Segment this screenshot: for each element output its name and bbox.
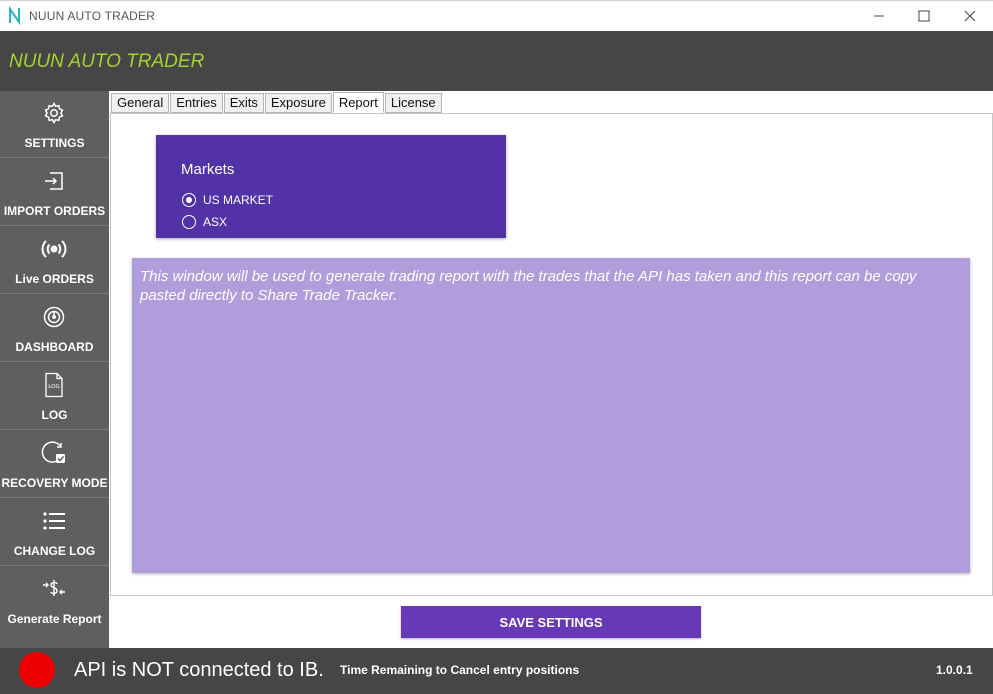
dollar-exchange-icon [41,576,67,602]
log-file-icon: LOG [41,372,67,398]
svg-text:LOG: LOG [48,384,59,390]
close-button[interactable] [947,1,993,31]
sidebar-item-settings[interactable]: SETTINGS [0,91,109,158]
sidebar: SETTINGS IMPORT ORDERS Live ORDERS DASHB… [0,91,109,648]
import-icon [41,168,67,194]
sidebar-item-import-orders[interactable]: IMPORT ORDERS [0,159,109,226]
tab-report[interactable]: Report [332,92,384,113]
tab-license[interactable]: License [384,93,442,113]
radio-selected-icon [182,193,196,207]
radio-label: ASX [203,215,228,229]
tab-exits[interactable]: Exits [223,93,264,113]
sidebar-item-label: Generate Report [7,612,102,626]
app-header: NUUN AUTO TRADER [0,31,993,91]
gear-icon [41,100,67,126]
minimize-button[interactable] [856,1,902,31]
app-title: NUUN AUTO TRADER [9,51,205,72]
sidebar-item-change-log[interactable]: CHANGE LOG [0,499,109,566]
sidebar-item-label: SETTINGS [24,136,85,150]
report-textarea[interactable]: This window will be used to generate tra… [132,258,970,573]
sidebar-item-label: LOG [41,408,68,422]
report-text: This window will be used to generate tra… [140,268,917,304]
broadcast-icon [41,236,67,262]
close-icon [964,10,976,22]
sidebar-item-label: IMPORT ORDERS [3,204,106,218]
save-settings-button[interactable]: SAVE SETTINGS [401,606,701,638]
maximize-button[interactable] [901,1,947,31]
status-bar: API is NOT connected to IB. Time Remaini… [0,648,993,694]
connection-status-text: API is NOT connected to IB. [74,659,324,681]
minimize-icon [874,15,884,17]
radio-asx[interactable]: ASX [182,214,227,230]
markets-title: Markets [181,161,235,178]
radio-unselected-icon [182,215,196,229]
sidebar-item-log[interactable]: LOG LOG [0,363,109,430]
window-title-bar: NUUN AUTO TRADER [0,0,993,31]
tab-entries[interactable]: Entries [170,93,223,113]
tab-exposure[interactable]: Exposure [264,93,332,113]
sidebar-item-live-orders[interactable]: Live ORDERS [0,227,109,294]
recovery-icon [41,440,67,466]
app-logo-icon [9,6,20,25]
sidebar-item-dashboard[interactable]: DASHBOARD [0,295,109,362]
radio-us-market[interactable]: US MARKET [182,192,273,208]
sidebar-item-label: RECOVERY MODE [1,476,108,490]
sidebar-item-generate-report[interactable]: Generate Report [0,567,109,634]
radio-label: US MARKET [203,193,274,207]
sidebar-item-label: Live ORDERS [15,272,94,286]
list-icon [41,508,67,534]
dashboard-icon [41,304,67,330]
sidebar-item-recovery-mode[interactable]: RECOVERY MODE [0,431,109,498]
window-title: NUUN AUTO TRADER [29,9,156,23]
connection-status-indicator [19,652,55,688]
tab-general[interactable]: General [111,93,170,113]
markets-card: Markets US MARKET ASX [156,135,506,238]
settings-tabs: General Entries Exits Exposure Report Li… [111,92,443,113]
maximize-icon [918,10,930,22]
sidebar-item-label: DASHBOARD [15,340,94,354]
time-remaining-text: Time Remaining to Cancel entry positions [340,663,580,677]
sidebar-item-label: CHANGE LOG [13,544,96,558]
version-label: 1.0.0.1 [936,663,973,677]
